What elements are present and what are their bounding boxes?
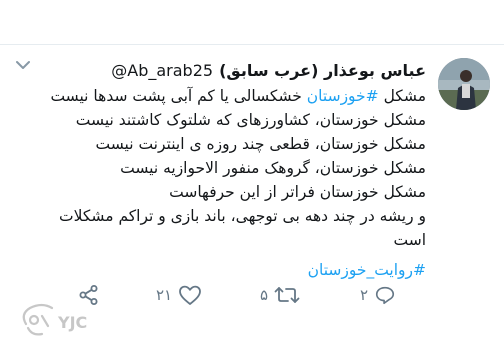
tweet-text-segment: خشکسالی یا کم آبی پشت سدها نیست [50,87,307,105]
footer-hashtag-row: #روایت_خوزستان [26,258,426,282]
tweet-line-7: است [393,231,426,249]
author-handle[interactable]: @Ab_arab25 [111,61,213,80]
tweet-line-3: مشکل خوزستان، قطعی چند روزه ی اینترنت نی… [95,135,427,153]
author-name[interactable]: عباس بوعذار (عرب سابق) [219,61,426,80]
tweet-line-6: و ریشه در چند دهه بی توجهی، باند بازی و … [58,207,426,225]
heart-icon [179,285,202,305]
like-count: ۲۱ [156,286,173,304]
avatar-image [438,58,490,110]
hashtag-link[interactable]: #خوزستان [307,87,379,105]
tweet-line-5: مشکل خوزستان فراتر از این حرفهاست [169,183,426,201]
reply-button[interactable]: ۲ [360,280,396,310]
retweet-icon [274,287,300,303]
reply-icon [375,286,395,305]
tweet-text-segment: مشکل [378,87,426,105]
yjc-watermark-logo: YJC [12,298,102,346]
watermark-text: YJC [57,313,87,332]
tweet-header: عباس بوعذار (عرب سابق) @Ab_arab25 [26,58,426,82]
retweet-button[interactable]: ۵ [260,280,300,310]
like-button[interactable]: ۲۱ [156,280,202,310]
tweet-line-2: مشکل خوزستان، کشاورزهای که شلتوک کاشتند … [75,111,426,129]
retweet-count: ۵ [260,286,269,304]
tweet-text: مشکل #خوزستان خشکسالی یا کم آبی پشت سدها… [26,84,426,252]
tweet-content: عباس بوعذار (عرب سابق) @Ab_arab25 مشکل #… [26,58,426,282]
tweet-line-4: مشکل خوزستان، گروهک منفور الاحوازیه نیست [120,159,426,177]
divider [0,44,504,45]
tweet-line-1: مشکل #خوزستان خشکسالی یا کم آبی پشت سدها… [26,84,426,108]
logo-icon: YJC [22,303,87,336]
tweet-card: عباس بوعذار (عرب سابق) @Ab_arab25 مشکل #… [0,0,504,354]
avatar[interactable] [438,58,490,110]
reply-count: ۲ [360,286,369,304]
hashtag-link[interactable]: #روایت_خوزستان [308,261,426,279]
